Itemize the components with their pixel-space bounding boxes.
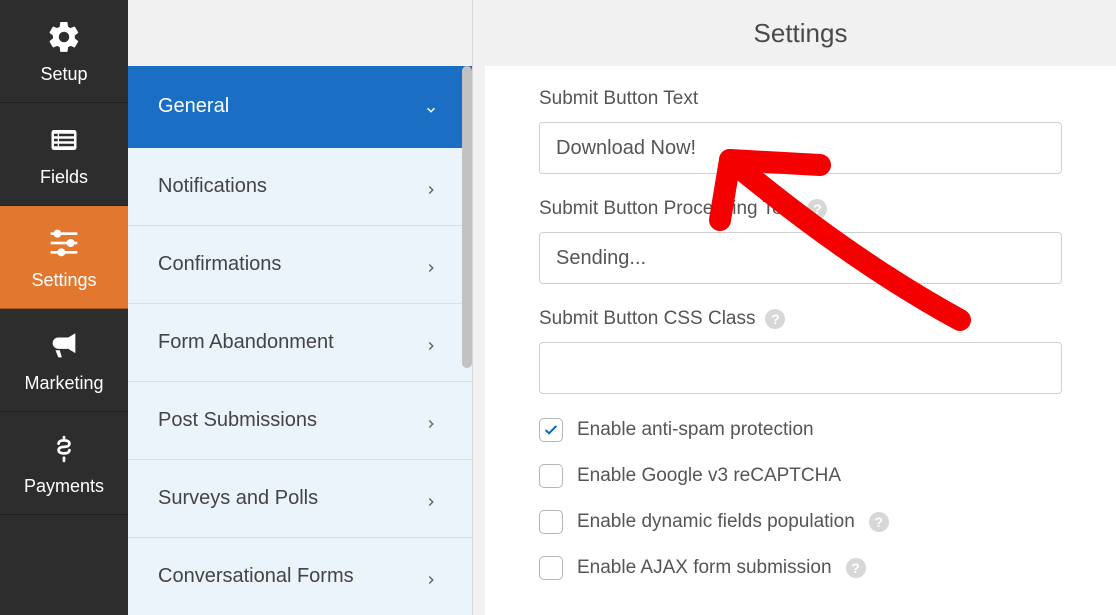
check-antispam[interactable]: Enable anti-spam protection — [539, 418, 1062, 442]
chevron-right-icon — [424, 258, 438, 272]
sliders-icon — [45, 224, 83, 262]
list-icon — [45, 121, 83, 159]
help-icon[interactable]: ? — [765, 309, 785, 329]
subpanel-label: Notifications — [158, 175, 267, 198]
checkbox-icon — [539, 418, 563, 442]
css-class-input[interactable] — [539, 342, 1062, 394]
nav-label: Setup — [40, 64, 87, 85]
subpanel-item-confirmations[interactable]: Confirmations — [128, 226, 472, 304]
bullhorn-icon — [45, 327, 83, 365]
page-title: Settings — [485, 0, 1116, 66]
check-label: Enable anti-spam protection — [577, 419, 814, 441]
subpanel-label: Confirmations — [158, 253, 281, 276]
gear-icon — [45, 18, 83, 56]
chevron-right-icon — [424, 492, 438, 506]
chevron-right-icon — [424, 414, 438, 428]
checkbox-icon — [539, 464, 563, 488]
settings-subpanel: General Notifications Confirmations Form… — [128, 0, 473, 615]
check-label: Enable AJAX form submission — [577, 557, 832, 579]
help-icon[interactable]: ? — [807, 199, 827, 219]
nav-label: Payments — [24, 476, 104, 497]
nav-label: Settings — [31, 270, 96, 291]
subpanel-item-post-submissions[interactable]: Post Submissions — [128, 382, 472, 460]
submit-text-input[interactable] — [539, 122, 1062, 174]
chevron-down-icon — [424, 100, 438, 114]
subpanel-label: General — [158, 95, 229, 118]
subpanel-item-form-abandonment[interactable]: Form Abandonment — [128, 304, 472, 382]
checkbox-icon — [539, 556, 563, 580]
subpanel-label: Form Abandonment — [158, 331, 334, 354]
subpanel-item-notifications[interactable]: Notifications — [128, 148, 472, 226]
css-class-label: Submit Button CSS Class — [539, 308, 755, 330]
check-label: Enable dynamic fields population — [577, 511, 855, 533]
processing-text-label: Submit Button Processing Text — [539, 198, 797, 220]
main-content: Settings Submit Button Text Submit Butto… — [485, 0, 1116, 615]
scrollbar[interactable] — [462, 66, 472, 368]
nav-setup[interactable]: Setup — [0, 0, 128, 103]
check-dynamic-fields[interactable]: Enable dynamic fields population ? — [539, 510, 1062, 534]
nav-fields[interactable]: Fields — [0, 103, 128, 206]
subpanel-item-surveys-polls[interactable]: Surveys and Polls — [128, 460, 472, 538]
subpanel-item-general[interactable]: General — [128, 66, 472, 148]
dollar-icon — [45, 430, 83, 468]
check-recaptcha[interactable]: Enable Google v3 reCAPTCHA — [539, 464, 1062, 488]
check-label: Enable Google v3 reCAPTCHA — [577, 465, 841, 487]
nav-payments[interactable]: Payments — [0, 412, 128, 515]
nav-settings[interactable]: Settings — [0, 206, 128, 309]
chevron-right-icon — [424, 336, 438, 350]
chevron-right-icon — [424, 570, 438, 584]
nav-label: Fields — [40, 167, 88, 188]
chevron-right-icon — [424, 180, 438, 194]
subpanel-item-conversational-forms[interactable]: Conversational Forms — [128, 538, 472, 615]
subpanel-label: Post Submissions — [158, 409, 317, 432]
processing-text-input[interactable] — [539, 232, 1062, 284]
subpanel-label: Conversational Forms — [158, 565, 354, 588]
nav-marketing[interactable]: Marketing — [0, 309, 128, 412]
vertical-nav: Setup Fields Settings Marketing Payments — [0, 0, 128, 615]
nav-label: Marketing — [24, 373, 103, 394]
submit-text-label: Submit Button Text — [539, 88, 1062, 110]
help-icon[interactable]: ? — [846, 558, 866, 578]
subpanel-label: Surveys and Polls — [158, 487, 318, 510]
help-icon[interactable]: ? — [869, 512, 889, 532]
checkbox-icon — [539, 510, 563, 534]
subpanel-list: General Notifications Confirmations Form… — [128, 66, 472, 615]
check-ajax[interactable]: Enable AJAX form submission ? — [539, 556, 1062, 580]
